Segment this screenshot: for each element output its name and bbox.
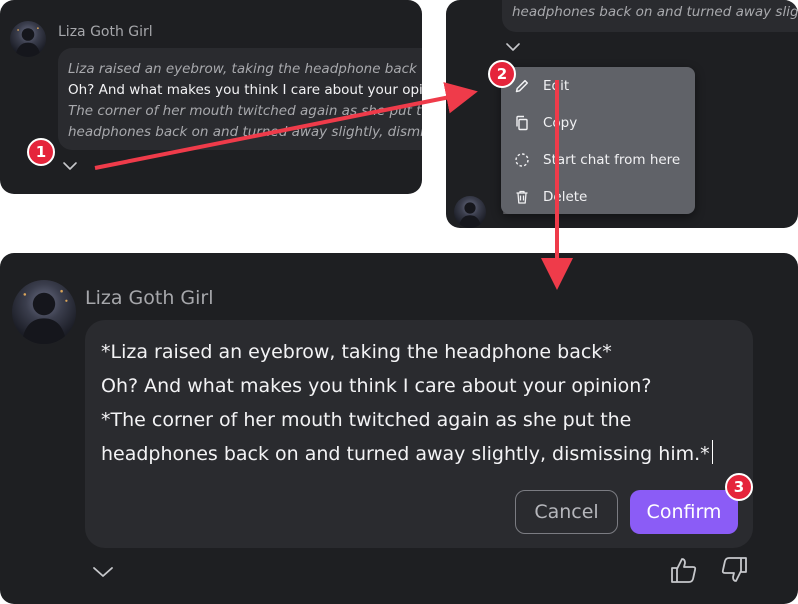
message-bubble[interactable]: Liza raised an eyebrow, taking the headp… (58, 48, 422, 150)
message-line: headphones back on and turned away sligh… (512, 4, 798, 20)
menu-item-label: Edit (543, 78, 570, 94)
avatar (12, 280, 76, 344)
context-menu: Edit Copy Start chat from here Delete (501, 67, 695, 214)
text-caret (711, 440, 713, 464)
message-line: Oh? And what makes you think I care abou… (68, 82, 422, 98)
avatar (454, 196, 486, 228)
message-line: headphones back on and turned away sligh… (68, 124, 422, 140)
confirm-button[interactable]: Confirm (630, 490, 738, 534)
menu-item-label: Delete (543, 189, 588, 205)
copy-icon (513, 114, 531, 132)
step-badge-2: 2 (488, 60, 516, 88)
message-line: The corner of her mouth twitched again a… (68, 103, 422, 119)
username: Liza Goth Girl (85, 287, 214, 309)
username: Liza Goth Girl (58, 24, 153, 40)
step-badge-1: 1 (27, 138, 55, 166)
menu-item-label: Start chat from here (543, 152, 681, 168)
loading-circle-icon (513, 151, 531, 169)
message-bubble[interactable]: headphones back on and turned away sligh… (502, 0, 798, 32)
pencil-icon (513, 77, 531, 95)
thumbs-down-icon[interactable] (719, 555, 749, 589)
chat-message-panel: Liza Goth Girl Liza raised an eyebrow, t… (0, 0, 422, 194)
edit-line: headphones back on and turned away sligh… (101, 443, 710, 465)
menu-item-label: Copy (543, 115, 578, 131)
edit-line: Oh? And what makes you think I care abou… (101, 375, 652, 397)
menu-item-start-chat[interactable]: Start chat from here (513, 147, 680, 173)
chevron-down-icon[interactable] (62, 160, 78, 172)
step-badge-3: 3 (725, 473, 753, 501)
menu-item-copy[interactable]: Copy (513, 110, 577, 136)
cancel-button[interactable]: Cancel (515, 490, 618, 534)
trash-icon (513, 188, 531, 206)
chat-message-edit-panel: Liza Goth Girl *Liza raised an eyebrow, … (0, 253, 798, 604)
menu-item-edit[interactable]: Edit (513, 73, 569, 99)
chevron-down-icon[interactable] (505, 41, 521, 53)
edit-line: *The corner of her mouth twitched again … (101, 409, 632, 431)
menu-item-delete[interactable]: Delete (513, 184, 587, 210)
message-line: Liza raised an eyebrow, taking the headp… (68, 61, 417, 77)
chevron-down-icon[interactable] (92, 564, 114, 580)
thumbs-up-icon[interactable] (669, 555, 699, 589)
avatar (10, 21, 46, 57)
edit-line: *Liza raised an eyebrow, taking the head… (101, 341, 612, 363)
